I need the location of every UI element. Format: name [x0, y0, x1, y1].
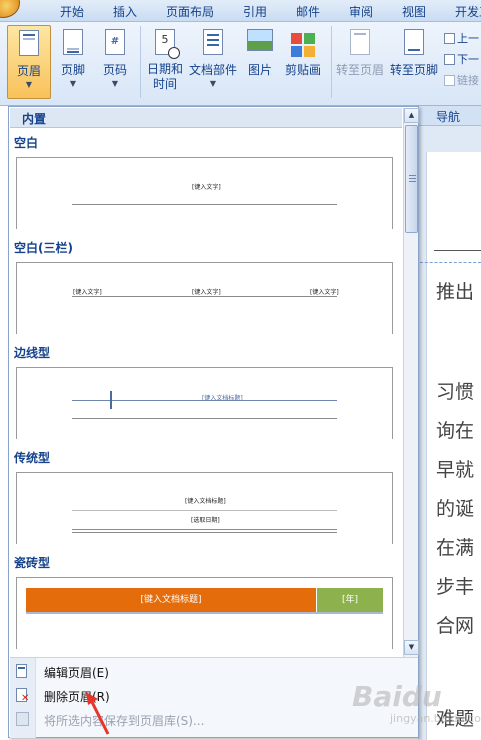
footer-icon — [60, 29, 86, 59]
scroll-up-icon[interactable]: ▲ — [404, 108, 419, 123]
calendar-clock-icon: 5 — [152, 29, 180, 59]
tile-title-block: [键入文档标题] — [26, 588, 316, 612]
office-button[interactable] — [0, 0, 20, 18]
group-label-navigation: 导航 — [418, 106, 481, 126]
document-text-line: 询在 — [436, 420, 475, 442]
tile-year-block: [年] — [317, 588, 383, 612]
tab-view[interactable]: 视图 — [402, 3, 426, 20]
previous-section-button[interactable]: 上一 — [444, 30, 481, 46]
next-icon — [444, 54, 455, 65]
quick-parts-button[interactable]: 文档部件 ▼ — [187, 25, 239, 99]
save-to-gallery-icon — [16, 712, 29, 727]
tab-insert[interactable]: 插入 — [113, 3, 137, 20]
baidu-watermark-subtitle: jingyan.baidu.com — [390, 712, 481, 725]
document-text-line: 合网 — [436, 615, 475, 637]
header-gallery-dropdown: 内置 空白 [键入文字] 空白(三栏) [键入文字] [键入文字] [键入文字]… — [8, 106, 419, 738]
date-time-button[interactable]: 5 日期和 时间 — [145, 25, 185, 99]
dropdown-arrow-icon: ▼ — [25, 80, 33, 89]
baidu-watermark-logo: Baidu — [352, 680, 442, 713]
ribbon-tab-bar: 开始 插入 页面布局 引用 邮件 审阅 视图 开发工 — [0, 0, 481, 22]
picture-icon — [247, 29, 273, 59]
scrollbar-thumb[interactable] — [405, 125, 418, 233]
dropdown-arrow-icon: ▼ — [69, 79, 77, 88]
document-text-line: 在满 — [436, 537, 475, 559]
gallery-thumbnail: [键入文档标题] [年] — [16, 577, 393, 649]
gallery-section-header: 内置 — [10, 108, 402, 128]
next-section-button[interactable]: 下一 — [444, 51, 481, 67]
tab-page-layout[interactable]: 页面布局 — [166, 3, 214, 20]
annotation-arrow-icon — [86, 692, 110, 735]
document-page[interactable] — [426, 152, 481, 740]
document-text-line: 习惯 — [436, 381, 475, 403]
goto-header-icon — [347, 29, 373, 59]
previous-icon — [444, 33, 455, 44]
header-button[interactable]: 页眉 ▼ — [7, 25, 51, 99]
tab-review[interactable]: 审阅 — [349, 3, 373, 20]
goto-footer-icon — [401, 29, 427, 59]
edit-header-icon — [16, 664, 29, 679]
goto-header-button[interactable]: 转至页眉 — [334, 25, 386, 99]
header-rule-line — [434, 250, 481, 251]
document-text-line: 推出 — [436, 281, 475, 303]
dropdown-arrow-icon: ▼ — [209, 79, 217, 88]
header-gallery: 空白 [键入文字] 空白(三栏) [键入文字] [键入文字] [键入文字] 边线… — [10, 129, 402, 656]
tab-home[interactable]: 开始 — [60, 3, 84, 20]
group-separator — [331, 26, 332, 98]
tab-mailings[interactable]: 邮件 — [296, 3, 320, 20]
document-text-line: 步丰 — [436, 576, 475, 598]
picture-button[interactable]: 图片 — [242, 25, 278, 99]
clip-art-icon — [290, 29, 316, 59]
header-boundary-line — [420, 262, 481, 263]
gallery-thumbnail: [键入文档标题] [选取日期] — [16, 472, 393, 544]
dropdown-arrow-icon: ▼ — [111, 79, 119, 88]
gallery-thumbnail: [键入文档标题] — [16, 367, 393, 439]
group-separator — [140, 26, 141, 98]
scroll-down-icon[interactable]: ▼ — [404, 640, 419, 655]
page-number-icon: # — [102, 29, 128, 59]
header-icon — [16, 30, 42, 60]
gallery-scrollbar[interactable]: ▲ ▼ — [403, 108, 419, 657]
ribbon: 页眉 ▼ 页脚 ▼ # 页码 ▼ 5 日期和 时间 文档部件 ▼ 图片 剪贴画 … — [0, 22, 481, 106]
goto-footer-button[interactable]: 转至页脚 — [388, 25, 440, 99]
document-text-line: 的诞 — [436, 498, 475, 520]
link-to-previous-button[interactable]: 链接 — [444, 72, 481, 88]
page-number-button[interactable]: # 页码 ▼ — [95, 25, 135, 99]
remove-header-icon: ✕ — [16, 688, 29, 704]
document-text-line: 早就 — [436, 459, 475, 481]
tab-developer[interactable]: 开发工 — [455, 3, 481, 20]
clip-art-button[interactable]: 剪贴画 — [280, 25, 326, 99]
footer-button[interactable]: 页脚 ▼ — [53, 25, 93, 99]
tab-references[interactable]: 引用 — [243, 3, 267, 20]
gallery-thumbnail: [键入文字] — [16, 157, 393, 229]
gallery-thumbnail: [键入文字] [键入文字] [键入文字] — [16, 262, 393, 334]
link-icon — [444, 75, 455, 86]
quick-parts-icon — [200, 29, 226, 59]
